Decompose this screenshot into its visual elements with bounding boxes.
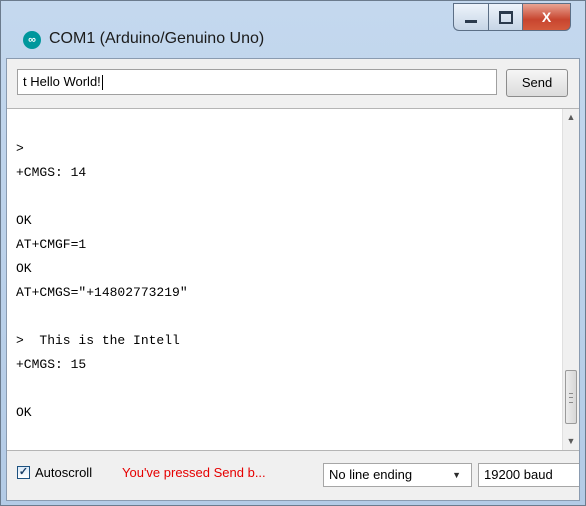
text-caret bbox=[101, 75, 103, 91]
line-ending-select[interactable]: No line ending ▼ bbox=[323, 463, 472, 487]
serial-monitor-body: t Hello World! Send > +CMGS: 14 OK AT+CM… bbox=[6, 58, 580, 501]
send-warning-message: You've pressed Send b... bbox=[122, 465, 266, 480]
checkmark-icon: ✓ bbox=[18, 466, 29, 478]
scroll-up-arrow-icon[interactable]: ▲ bbox=[563, 109, 579, 126]
line-ending-value: No line ending bbox=[329, 467, 413, 482]
serial-output-text: > +CMGS: 14 OK AT+CMGF=1 OK AT+CMGS="+14… bbox=[16, 141, 188, 420]
maximize-button[interactable] bbox=[488, 3, 523, 31]
baud-rate-select[interactable]: 19200 baud bbox=[478, 463, 579, 487]
baud-rate-value: 19200 baud bbox=[484, 467, 553, 482]
serial-input-value: t Hello World! bbox=[23, 74, 101, 89]
send-bar: t Hello World! Send bbox=[7, 59, 579, 111]
serial-monitor-window: ∞ COM1 (Arduino/Genuino Uno) X t Hello W… bbox=[0, 0, 586, 506]
close-button[interactable]: X bbox=[523, 3, 571, 31]
maximize-icon bbox=[498, 10, 513, 24]
status-bar: ✓ Autoscroll You've pressed Send b... No… bbox=[7, 451, 579, 500]
minimize-icon bbox=[465, 19, 477, 23]
vertical-scrollbar[interactable]: ▲ ▼ bbox=[562, 109, 579, 450]
scroll-down-arrow-icon[interactable]: ▼ bbox=[563, 433, 579, 450]
serial-input-field[interactable]: t Hello World! bbox=[17, 69, 497, 95]
autoscroll-checkbox[interactable]: ✓ bbox=[17, 466, 30, 479]
autoscroll-toggle[interactable]: ✓ Autoscroll bbox=[17, 465, 92, 480]
arduino-logo-icon: ∞ bbox=[23, 31, 41, 49]
serial-output-area[interactable]: > +CMGS: 14 OK AT+CMGF=1 OK AT+CMGS="+14… bbox=[7, 108, 579, 451]
scroll-grip-icon bbox=[569, 393, 573, 403]
title-bar[interactable]: ∞ COM1 (Arduino/Genuino Uno) X bbox=[1, 1, 585, 55]
minimize-button[interactable] bbox=[453, 3, 488, 31]
chevron-down-icon: ▼ bbox=[452, 470, 461, 480]
window-controls: X bbox=[453, 3, 571, 31]
scroll-thumb[interactable] bbox=[565, 370, 577, 424]
close-icon: X bbox=[541, 9, 552, 25]
autoscroll-label: Autoscroll bbox=[35, 465, 93, 480]
window-title: COM1 (Arduino/Genuino Uno) bbox=[49, 30, 265, 47]
send-button[interactable]: Send bbox=[506, 69, 568, 97]
